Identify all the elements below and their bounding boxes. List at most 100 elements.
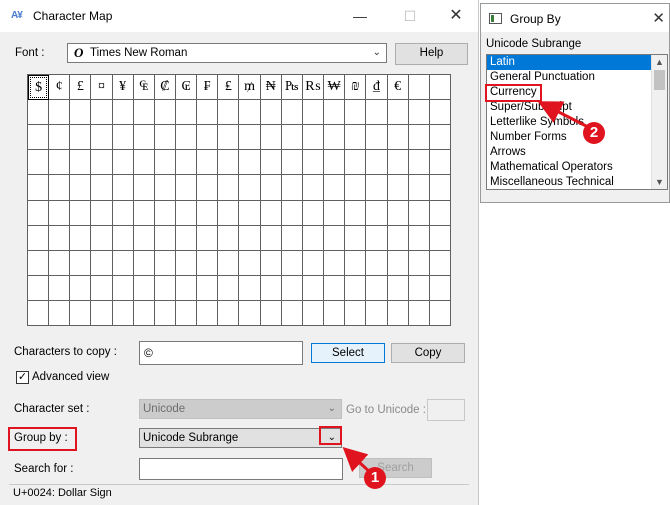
- empty-char-cell[interactable]: [239, 275, 261, 301]
- empty-char-cell[interactable]: [176, 250, 198, 276]
- help-button[interactable]: Help: [395, 43, 468, 65]
- empty-char-cell[interactable]: [218, 200, 240, 226]
- empty-char-cell[interactable]: [324, 100, 346, 126]
- empty-char-cell[interactable]: [366, 150, 388, 176]
- empty-char-cell[interactable]: [429, 250, 451, 276]
- empty-char-cell[interactable]: [408, 250, 430, 276]
- empty-char-cell[interactable]: [366, 250, 388, 276]
- empty-char-cell[interactable]: [91, 300, 113, 326]
- empty-char-cell[interactable]: [387, 100, 409, 126]
- empty-char-cell[interactable]: [70, 300, 92, 326]
- empty-char-cell[interactable]: [176, 225, 198, 251]
- empty-char-cell[interactable]: [49, 250, 71, 276]
- char-cell[interactable]: ₧: [281, 75, 303, 101]
- empty-char-cell[interactable]: [197, 300, 219, 326]
- empty-char-cell[interactable]: [345, 150, 367, 176]
- empty-char-cell[interactable]: [91, 100, 113, 126]
- empty-char-cell[interactable]: [176, 150, 198, 176]
- empty-char-cell[interactable]: [302, 175, 325, 201]
- empty-char-cell[interactable]: [28, 100, 50, 126]
- empty-char-cell[interactable]: [281, 125, 303, 151]
- list-item-arrows[interactable]: Arrows: [487, 145, 667, 160]
- empty-char-cell[interactable]: [28, 275, 50, 301]
- empty-char-cell[interactable]: [260, 200, 282, 226]
- close-button[interactable]: ✕: [441, 4, 471, 28]
- empty-char-cell[interactable]: [49, 125, 71, 151]
- empty-char-cell[interactable]: [345, 300, 367, 326]
- empty-char-cell[interactable]: [387, 200, 409, 226]
- char-cell[interactable]: €: [387, 75, 409, 101]
- empty-char-cell[interactable]: [387, 300, 409, 326]
- empty-char-cell[interactable]: [281, 250, 303, 276]
- empty-char-cell[interactable]: [387, 250, 409, 276]
- empty-char-cell[interactable]: [345, 125, 367, 151]
- list-item-mathematical-operators[interactable]: Mathematical Operators: [487, 160, 667, 175]
- empty-char-cell[interactable]: [28, 250, 50, 276]
- empty-char-cell[interactable]: [91, 125, 113, 151]
- char-cell[interactable]: £: [70, 75, 92, 101]
- char-cell[interactable]: ₤: [218, 75, 240, 101]
- empty-char-cell[interactable]: [366, 125, 388, 151]
- empty-char-cell[interactable]: [387, 225, 409, 251]
- empty-char-cell[interactable]: [345, 200, 367, 226]
- empty-char-cell[interactable]: [218, 250, 240, 276]
- empty-char-cell[interactable]: [133, 250, 155, 276]
- empty-char-cell[interactable]: [324, 250, 346, 276]
- empty-char-cell[interactable]: [70, 275, 92, 301]
- empty-char-cell[interactable]: [260, 125, 282, 151]
- empty-char-cell[interactable]: [408, 275, 430, 301]
- empty-char-cell[interactable]: [197, 250, 219, 276]
- empty-char-cell[interactable]: [91, 275, 113, 301]
- empty-char-cell[interactable]: [70, 200, 92, 226]
- list-item-number-forms[interactable]: Number Forms: [487, 130, 667, 145]
- empty-char-cell[interactable]: [197, 100, 219, 126]
- empty-char-cell[interactable]: [366, 300, 388, 326]
- empty-char-cell[interactable]: [70, 175, 92, 201]
- empty-char-cell[interactable]: [345, 275, 367, 301]
- empty-char-cell[interactable]: [112, 125, 134, 151]
- empty-char-cell[interactable]: [176, 275, 198, 301]
- empty-char-cell[interactable]: [197, 175, 219, 201]
- empty-char-cell[interactable]: [324, 300, 346, 326]
- empty-char-cell[interactable]: [176, 300, 198, 326]
- empty-char-cell[interactable]: [281, 150, 303, 176]
- empty-char-cell[interactable]: [408, 125, 430, 151]
- empty-char-cell[interactable]: [302, 200, 325, 226]
- empty-char-cell[interactable]: [49, 300, 71, 326]
- empty-char-cell[interactable]: [28, 300, 50, 326]
- empty-char-cell[interactable]: [281, 100, 303, 126]
- list-item-miscellaneous-technical[interactable]: Miscellaneous Technical: [487, 175, 667, 189]
- empty-char-cell[interactable]: [49, 225, 71, 251]
- empty-char-cell[interactable]: [197, 200, 219, 226]
- empty-char-cell[interactable]: [302, 275, 325, 301]
- empty-char-cell[interactable]: [112, 100, 134, 126]
- scroll-thumb[interactable]: [654, 70, 665, 90]
- empty-char-cell[interactable]: [112, 275, 134, 301]
- empty-char-cell[interactable]: [408, 300, 430, 326]
- empty-char-cell[interactable]: [154, 300, 177, 326]
- empty-char-cell[interactable]: [218, 225, 240, 251]
- empty-char-cell[interactable]: [345, 100, 367, 126]
- empty-char-cell[interactable]: [324, 200, 346, 226]
- char-cell[interactable]: ¤: [91, 75, 113, 101]
- empty-char-cell[interactable]: [366, 175, 388, 201]
- empty-char-cell[interactable]: [387, 125, 409, 151]
- char-cell[interactable]: ₫: [366, 75, 388, 101]
- empty-char-cell[interactable]: [324, 175, 346, 201]
- char-cell[interactable]: ₣: [197, 75, 219, 101]
- empty-char-cell[interactable]: [408, 225, 430, 251]
- empty-char-cell[interactable]: [28, 175, 50, 201]
- empty-char-cell[interactable]: [218, 275, 240, 301]
- empty-char-cell[interactable]: [324, 125, 346, 151]
- empty-char-cell[interactable]: [429, 100, 451, 126]
- empty-char-cell[interactable]: [70, 225, 92, 251]
- empty-char-cell[interactable]: [28, 150, 50, 176]
- empty-char-cell[interactable]: [133, 150, 155, 176]
- empty-char-cell[interactable]: [366, 200, 388, 226]
- empty-char-cell[interactable]: [91, 225, 113, 251]
- char-cell[interactable]: ₥: [239, 75, 261, 101]
- empty-char-cell[interactable]: [408, 75, 430, 101]
- empty-char-cell[interactable]: [197, 125, 219, 151]
- empty-char-cell[interactable]: [91, 250, 113, 276]
- char-cell[interactable]: ₢: [176, 75, 198, 101]
